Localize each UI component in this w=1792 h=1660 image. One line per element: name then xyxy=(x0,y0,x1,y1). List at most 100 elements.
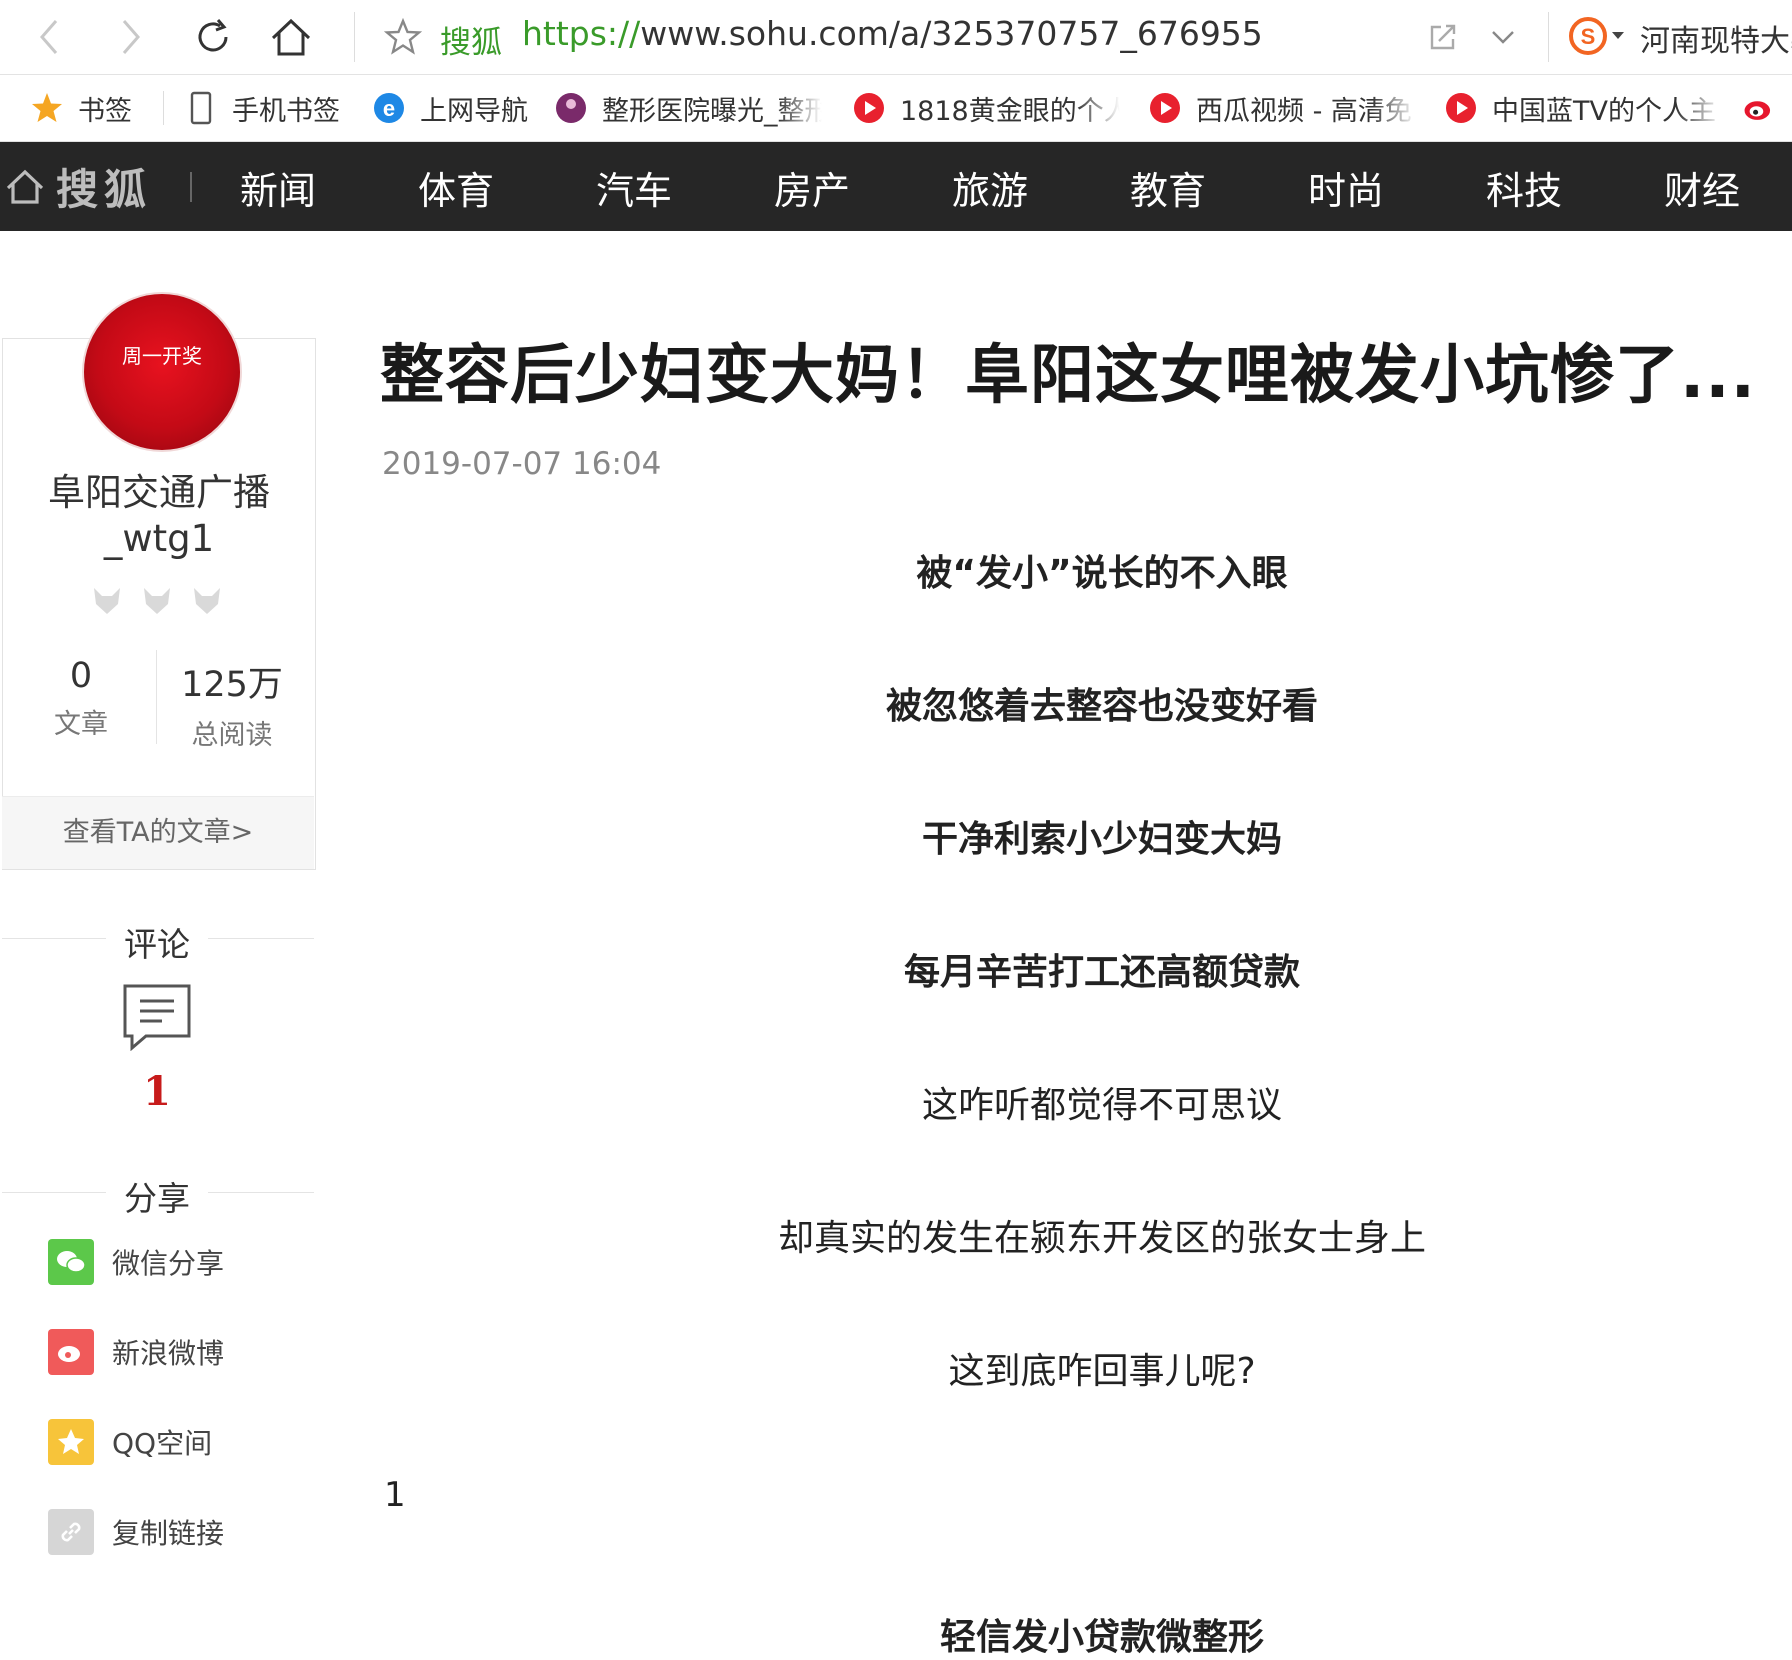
share-qzone-button[interactable]: QQ空间 xyxy=(48,1418,212,1466)
article-paragraph: 这咋听都觉得不可思议 xyxy=(921,1085,1282,1126)
bookmark-item-weibo[interactable] xyxy=(1742,75,1790,141)
nav-travel[interactable]: 旅游 xyxy=(952,160,1028,215)
articles-count: 0 xyxy=(69,656,93,696)
share-out-icon xyxy=(1430,24,1456,50)
author-name-line1: 阜阳交通广播 xyxy=(48,471,270,514)
chevron-down-icon xyxy=(1492,31,1514,44)
nav-house[interactable]: 房产 xyxy=(774,160,850,215)
video-icon xyxy=(852,91,886,125)
avatar-text: 周一开奖 xyxy=(122,344,202,368)
weibo-icon xyxy=(1742,91,1776,125)
hospital-icon xyxy=(554,91,588,125)
sohu-logo-text: 搜狐 xyxy=(56,164,153,214)
ie-icon: e xyxy=(372,91,406,125)
svg-text:S: S xyxy=(1581,24,1596,49)
divider xyxy=(354,12,355,62)
bookmark-star-button[interactable] xyxy=(380,14,426,60)
reads-stat: 125万 总阅读 xyxy=(170,656,294,752)
back-button[interactable] xyxy=(26,14,72,60)
browser-address-bar: 搜狐 https://www.sohu.com/a/325370757_6769… xyxy=(0,0,1792,75)
divider xyxy=(163,91,164,125)
wechat-icon xyxy=(48,1239,94,1285)
share-weibo-button[interactable]: 新浪微博 xyxy=(48,1328,224,1376)
bookmark-label: 整形医院曝光_整形 xyxy=(602,95,822,127)
articles-label: 文章 xyxy=(54,709,108,740)
search-box[interactable]: 河南现特大暴 xyxy=(1640,16,1792,60)
search-engine-selector[interactable]: S xyxy=(1568,14,1624,58)
bookmark-label: 上网导航 xyxy=(420,95,528,127)
url-field[interactable]: https://www.sohu.com/a/325370757_676955 xyxy=(522,14,1263,53)
nav-news[interactable]: 新闻 xyxy=(240,160,316,215)
nav-auto[interactable]: 汽车 xyxy=(596,160,672,215)
bookmark-item[interactable]: 中国蓝TV的个人主 xyxy=(1444,75,1722,141)
bookmark-label: 1818黄金眼的个人 xyxy=(900,95,1120,127)
divider xyxy=(156,650,157,744)
article-paragraph: 干净利索小少妇变大妈 xyxy=(921,819,1282,860)
author-name[interactable]: 阜阳交通广播 _wtg1 xyxy=(2,470,316,562)
avatar[interactable]: 周一开奖 xyxy=(82,292,242,452)
qzone-icon xyxy=(48,1419,94,1465)
reads-count: 125万 xyxy=(181,665,283,705)
bookmark-item[interactable]: 整形医院曝光_整形 xyxy=(554,75,822,141)
nav-sports[interactable]: 体育 xyxy=(418,160,494,215)
video-icon xyxy=(1148,91,1182,125)
star-icon xyxy=(30,91,64,125)
home-button[interactable] xyxy=(268,14,314,60)
bookmark-label: 书签 xyxy=(78,95,132,127)
bookmark-item[interactable]: 1818黄金眼的个人 xyxy=(852,75,1120,141)
site-nav-bar: 搜狐 新闻 体育 汽车 房产 旅游 教育 时尚 科技 财经 xyxy=(0,142,1792,231)
article-date: 2019-07-07 16:04 xyxy=(382,446,662,482)
phone-icon xyxy=(184,91,218,125)
author-name-line2: _wtg1 xyxy=(103,517,215,560)
address-dropdown-button[interactable] xyxy=(1480,14,1526,60)
star-outline-icon xyxy=(384,18,422,55)
share-title: 分享 xyxy=(124,1179,190,1218)
url-protocol: https:// xyxy=(522,14,641,53)
comment-icon xyxy=(123,984,191,1052)
sohu-logo[interactable]: 搜狐 xyxy=(4,160,152,214)
reload-button[interactable] xyxy=(190,14,236,60)
article-paragraph: 轻信发小贷款微整形 xyxy=(939,1617,1264,1658)
chevron-right-icon xyxy=(122,20,140,54)
share-copy-link-button[interactable]: 复制链接 xyxy=(48,1508,224,1556)
bookmark-label: 西瓜视频 - 高清免 xyxy=(1196,95,1412,127)
bookmarks-bar: 书签 手机书签 e 上网导航 整形医院曝光_整形 1818黄金眼的个人 西瓜视频… xyxy=(0,75,1792,142)
fox-badge-icon xyxy=(144,588,170,614)
share-label: 复制链接 xyxy=(112,1517,225,1550)
article-paragraph: 每月辛苦打工还高额贷款 xyxy=(903,952,1300,993)
link-icon xyxy=(48,1509,94,1555)
nav-fashion[interactable]: 时尚 xyxy=(1308,160,1384,215)
fox-badge-icon xyxy=(194,588,220,614)
author-badges xyxy=(86,578,232,618)
divider xyxy=(190,172,192,202)
comment-button[interactable] xyxy=(122,983,192,1055)
sogou-icon: S xyxy=(1569,17,1624,55)
home-icon xyxy=(6,169,44,204)
nav-finance[interactable]: 财经 xyxy=(1664,160,1740,215)
nav-education[interactable]: 教育 xyxy=(1130,160,1206,215)
articles-stat[interactable]: 0 文章 xyxy=(36,656,126,741)
share-label: 微信分享 xyxy=(112,1247,225,1280)
bookmark-item[interactable]: 书签 xyxy=(30,75,132,141)
share-page-button[interactable] xyxy=(1420,14,1466,60)
bookmark-label: 中国蓝TV的个人主 xyxy=(1492,95,1716,127)
bookmark-label: 手机书签 xyxy=(232,95,340,127)
svg-text:e: e xyxy=(383,96,395,121)
nav-tech[interactable]: 科技 xyxy=(1486,160,1562,215)
reload-icon xyxy=(198,19,228,52)
view-articles-link[interactable]: 查看TA的文章> xyxy=(2,796,314,869)
comment-count[interactable]: 1 xyxy=(0,1068,314,1115)
share-label: 新浪微博 xyxy=(112,1337,225,1370)
article-title: 整容后少妇变大妈！阜阳这女哩被发小坑惨了... xyxy=(380,339,1756,413)
bookmark-item[interactable]: 手机书签 xyxy=(184,75,340,141)
section-number: 1 xyxy=(384,1475,406,1515)
site-name-label: 搜狐 xyxy=(440,25,502,61)
share-wechat-button[interactable]: 微信分享 xyxy=(48,1238,224,1286)
forward-button[interactable] xyxy=(108,14,154,60)
article-paragraph: 被忽悠着去整容也没变好看 xyxy=(885,686,1318,727)
reads-label: 总阅读 xyxy=(191,720,273,751)
bookmark-item[interactable]: 西瓜视频 - 高清免 xyxy=(1148,75,1416,141)
bookmark-item[interactable]: e 上网导航 xyxy=(372,75,528,141)
article-paragraph: 被“发小”说长的不入眼 xyxy=(916,553,1288,594)
divider xyxy=(1548,12,1549,62)
